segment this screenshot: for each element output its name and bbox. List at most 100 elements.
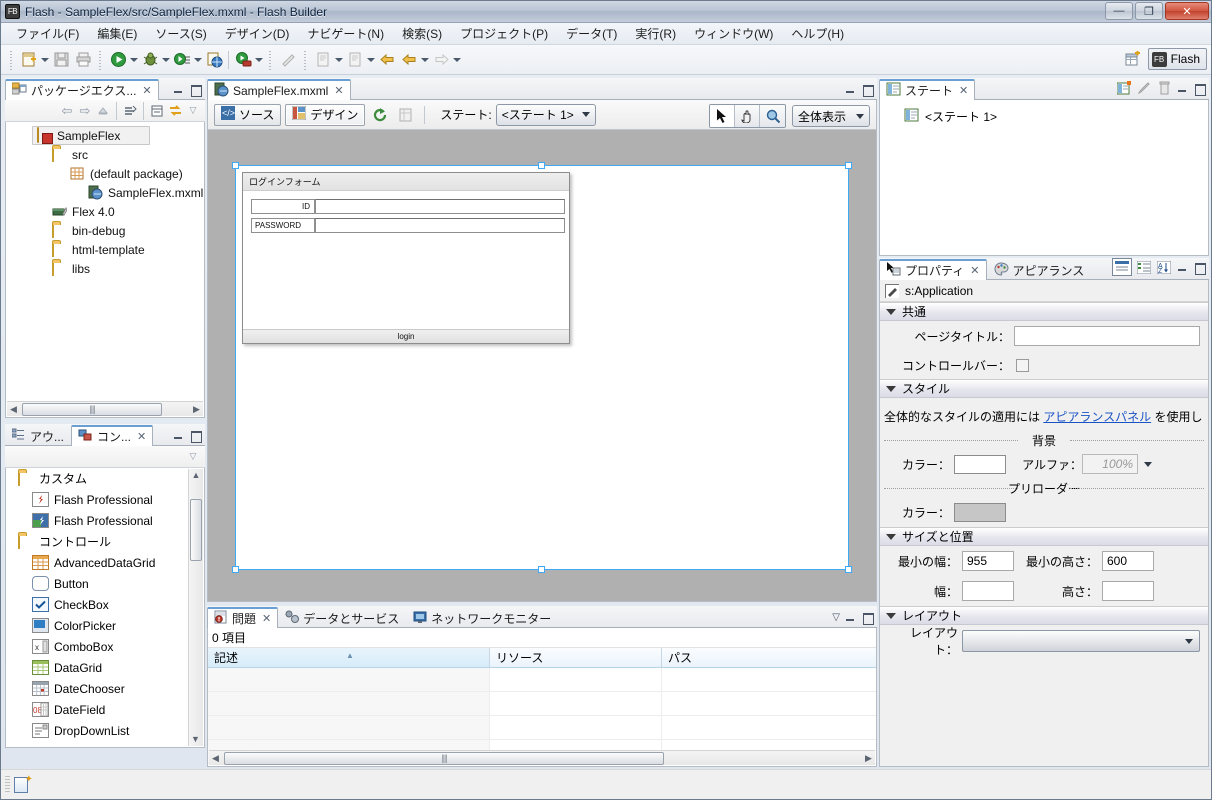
run-dropdown-icon[interactable]: [129, 49, 139, 71]
state-combo[interactable]: <ステート 1>: [495, 103, 596, 126]
tab-problems[interactable]: 問題 ✕: [207, 607, 279, 628]
tree-item-src[interactable]: src: [48, 145, 202, 164]
menu-edit[interactable]: 編集(E): [88, 23, 146, 44]
layout-select[interactable]: [962, 630, 1200, 652]
minimize-view-icon[interactable]: [844, 611, 857, 624]
view-menu-icon[interactable]: ▽: [832, 612, 840, 623]
menu-data[interactable]: データ(T): [557, 23, 626, 44]
back-arrow-icon[interactable]: [376, 49, 398, 71]
minimize-view-icon[interactable]: [172, 83, 185, 96]
resize-handle-br[interactable]: [845, 566, 852, 573]
close-icon[interactable]: ✕: [334, 84, 343, 97]
height-input[interactable]: [1102, 581, 1154, 601]
tab-outline[interactable]: アウ...: [5, 425, 71, 446]
tree-item-default-package[interactable]: (default package): [66, 164, 202, 183]
bg-alpha-input[interactable]: 100%: [1082, 454, 1138, 474]
new-state-icon[interactable]: [1116, 80, 1132, 96]
resize-handle-tr[interactable]: [845, 162, 852, 169]
scroll-thumb[interactable]: ||||: [224, 751, 664, 765]
debug-icon[interactable]: [139, 49, 161, 71]
maximize-view-icon[interactable]: [189, 83, 202, 97]
back-icon[interactable]: ⇦: [59, 103, 75, 119]
scroll-left-icon[interactable]: ◀: [7, 404, 20, 415]
column-header-description[interactable]: 記述 ▲: [208, 648, 490, 667]
list-item-colorpicker[interactable]: ColorPicker: [6, 615, 204, 636]
view-menu-icon[interactable]: ▽: [185, 103, 201, 119]
new-class-dropdown-icon[interactable]: [334, 49, 344, 71]
tab-states[interactable]: ステート ✕: [879, 79, 976, 100]
previous-arrow-icon[interactable]: [398, 49, 420, 71]
close-icon[interactable]: ✕: [970, 264, 979, 277]
close-button[interactable]: ✕: [1165, 2, 1209, 20]
hand-tool-icon[interactable]: [735, 105, 760, 127]
id-field-input[interactable]: [315, 199, 565, 214]
chevron-down-icon[interactable]: [1144, 461, 1152, 467]
view-menu-icon[interactable]: ▽: [185, 449, 201, 465]
tree-item-sampleflex[interactable]: SampleFlex: [32, 126, 150, 145]
close-icon[interactable]: ✕: [137, 430, 146, 443]
source-mode-button[interactable]: </> ソース: [214, 103, 282, 126]
tab-components[interactable]: コン... ✕: [71, 425, 154, 446]
refresh-icon[interactable]: [369, 104, 391, 126]
toolbar-grip-2[interactable]: [98, 49, 103, 70]
list-item-group-custom[interactable]: カスタム: [6, 468, 204, 489]
tree-item-sampleflex-mxml[interactable]: SampleFlex.mxml: [84, 183, 203, 202]
resize-handle-tc[interactable]: [538, 162, 545, 169]
profile-icon[interactable]: [171, 49, 193, 71]
tab-data-services[interactable]: データとサービス: [278, 607, 406, 628]
list-item-button[interactable]: Button: [6, 573, 204, 594]
zoom-combo[interactable]: 全体表示: [792, 105, 870, 127]
list-view-icon[interactable]: [1136, 259, 1152, 275]
list-item-datechooser[interactable]: DateChooser: [6, 678, 204, 699]
toolbar-grip[interactable]: [9, 49, 14, 70]
tree-item-libs[interactable]: libs: [48, 259, 202, 278]
toolbar-grip-4[interactable]: [303, 49, 308, 70]
forward-icon[interactable]: ⇨: [77, 103, 93, 119]
list-item-advanceddatagrid[interactable]: AdvancedDataGrid: [6, 552, 204, 573]
collapse-all-icon[interactable]: [149, 103, 165, 119]
sort-alpha-icon[interactable]: AZ: [1156, 259, 1172, 275]
menu-design[interactable]: デザイン(D): [216, 23, 299, 44]
section-size[interactable]: サイズと位置: [880, 527, 1208, 546]
tree-item-html-template[interactable]: html-template: [48, 240, 202, 259]
close-icon[interactable]: ✕: [262, 612, 271, 625]
preloader-color-swatch[interactable]: [954, 502, 1006, 522]
bg-color-swatch[interactable]: [954, 454, 1006, 474]
column-header-path[interactable]: パス: [662, 648, 876, 667]
maximize-view-icon[interactable]: [861, 83, 874, 97]
scroll-down-icon[interactable]: ▼: [189, 733, 202, 746]
section-layout[interactable]: レイアウト: [880, 606, 1208, 625]
profile-dropdown-icon[interactable]: [193, 49, 203, 71]
menu-run[interactable]: 実行(R): [626, 23, 685, 44]
run-icon[interactable]: [107, 49, 129, 71]
scroll-right-icon[interactable]: ▶: [190, 404, 203, 415]
list-item-combobox[interactable]: x ComboBox: [6, 636, 204, 657]
application-canvas[interactable]: ログインフォーム ID PASSWORD login: [232, 162, 852, 573]
tab-network-monitor[interactable]: ネットワークモニター: [406, 607, 558, 628]
list-item-group-controls[interactable]: コントロール: [6, 531, 204, 552]
components-vscrollbar[interactable]: ▲ ▼: [188, 469, 203, 746]
min-width-input[interactable]: 955: [962, 551, 1014, 571]
forward-dropdown-icon[interactable]: [452, 49, 462, 71]
zoom-tool-icon[interactable]: [760, 105, 785, 127]
minimize-view-icon[interactable]: [844, 83, 857, 96]
resize-handle-tl[interactable]: [232, 162, 239, 169]
tab-package-explorer[interactable]: パッケージエクス... ✕: [5, 79, 159, 100]
menu-source[interactable]: ソース(S): [146, 23, 215, 44]
scroll-right-icon[interactable]: ▶: [862, 753, 875, 764]
scroll-left-icon[interactable]: ◀: [209, 753, 222, 764]
list-item-state-1[interactable]: <ステート 1>: [880, 106, 1208, 126]
password-field-input[interactable]: [315, 218, 565, 233]
maximize-view-icon[interactable]: [1193, 261, 1206, 275]
section-style[interactable]: スタイル: [880, 379, 1208, 398]
select-tool-icon[interactable]: [710, 105, 735, 127]
sync-icon[interactable]: [167, 103, 183, 119]
list-item-flash-professional-2[interactable]: Flash Professional: [6, 510, 204, 531]
maximize-view-icon[interactable]: [861, 611, 874, 625]
menu-help[interactable]: ヘルプ(H): [782, 23, 853, 44]
problems-hscrollbar[interactable]: ◀ |||| ▶: [209, 750, 875, 765]
menu-search[interactable]: 検索(S): [393, 23, 451, 44]
minimize-view-icon[interactable]: [1176, 82, 1189, 95]
tree-item-flex40[interactable]: Flex 4.0: [48, 202, 202, 221]
close-icon[interactable]: ✕: [142, 84, 151, 97]
